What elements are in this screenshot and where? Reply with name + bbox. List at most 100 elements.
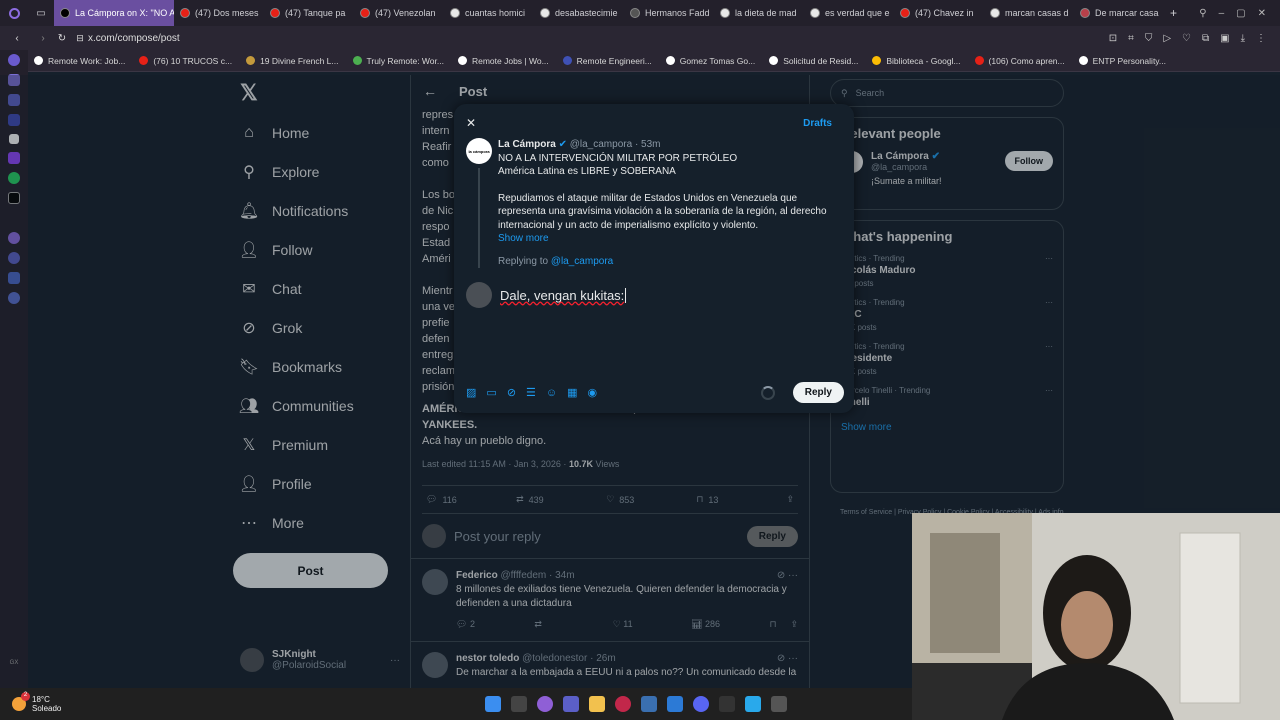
close-icon[interactable]: ✕ (466, 116, 476, 130)
bookmark-favicon-icon (139, 56, 149, 65)
menu-icon[interactable]: ⋮ (1256, 33, 1266, 44)
copilot-icon[interactable] (537, 696, 553, 712)
tab[interactable]: desabastecimie (534, 0, 624, 26)
quoted-line-2: América Latina es LIBRE y SOBERANA (498, 166, 676, 177)
forward-icon[interactable]: › (34, 33, 52, 44)
back-icon[interactable]: ‹ (0, 33, 34, 44)
maximize-icon[interactable]: ▢ (1236, 8, 1245, 19)
task-view-icon[interactable] (511, 696, 527, 712)
bookmark-item[interactable]: Solicitud de Resid... (769, 56, 858, 66)
replying-to-handle[interactable]: @la_campora (551, 256, 613, 267)
bookmark-item[interactable]: Biblioteca - Googl... (872, 55, 961, 66)
tab-title: La Cámpora on X: "NO A L (75, 8, 174, 18)
show-more-link[interactable]: Show more (498, 232, 838, 246)
windows-start-icon[interactable] (485, 696, 501, 712)
screenshot-icon[interactable]: ⊡ (1109, 33, 1117, 44)
tab[interactable]: Hermanos Fadd (624, 0, 714, 26)
crop-icon[interactable]: ⌗ (1128, 33, 1134, 44)
reply-button[interactable]: Reply (792, 382, 844, 403)
bookmark-item[interactable]: (106) Como apren... (974, 55, 1065, 66)
tab-favicon-icon (360, 8, 370, 18)
opera-logo-icon[interactable] (0, 7, 28, 19)
bookmark-item[interactable]: Truly Remote: Wor... (352, 56, 444, 66)
reply-modal: ✕ Drafts la cámpora La Cámpora ✔ @la_cam… (454, 104, 854, 413)
tab-active[interactable]: La Cámpora on X: "NO A L (54, 0, 174, 26)
telegram-icon[interactable] (745, 696, 761, 712)
location-icon[interactable]: ◉ (588, 386, 598, 399)
author-avatar[interactable]: la cámpora (466, 138, 492, 164)
weather-text: Soleado (32, 704, 62, 713)
emoji-icon[interactable]: ☺ (546, 387, 557, 399)
weather-widget[interactable]: 2 18°C Soleado (0, 692, 120, 713)
schedule-icon[interactable]: ▦ (567, 386, 577, 399)
tab[interactable]: (47) Chavez in (894, 0, 984, 26)
tab[interactable]: es verdad que e (804, 0, 894, 26)
tab[interactable]: la dieta de mad (714, 0, 804, 26)
shield-icon[interactable]: ⛉ (1145, 33, 1153, 44)
minimize-icon[interactable]: – (1219, 8, 1225, 19)
tab-title: (47) Chavez in (915, 8, 974, 18)
aria-icon[interactable] (8, 54, 20, 66)
webcam-image (912, 513, 1280, 720)
author-name[interactable]: La Cámpora (498, 139, 556, 150)
teams-icon[interactable] (563, 696, 579, 712)
tab-favicon-icon (180, 8, 190, 18)
reload-icon[interactable]: ↻ (52, 33, 72, 44)
store-icon[interactable] (667, 696, 683, 712)
file-explorer-icon[interactable] (589, 696, 605, 712)
notepad-icon[interactable] (641, 696, 657, 712)
close-window-icon[interactable]: ✕ (1258, 8, 1266, 19)
bookmark-label: Remote Jobs | Wo... (471, 55, 549, 66)
new-tab-button[interactable]: + (1170, 6, 1177, 20)
extensions-icon[interactable]: ⧉ (1202, 33, 1209, 44)
bookmark-label: (106) Como apren... (988, 55, 1065, 66)
play-icon[interactable]: ▷ (1163, 33, 1171, 44)
bookmark-label: ENTP Personality... (1092, 55, 1167, 66)
discord-icon[interactable] (693, 696, 709, 712)
grok-icon[interactable]: ⊘ (507, 386, 516, 399)
drafts-button[interactable]: Drafts (803, 118, 832, 129)
bookmark-favicon-icon (1078, 56, 1088, 65)
bookmark-item[interactable]: ENTP Personality... (1078, 55, 1167, 66)
media-icon[interactable]: ▨ (466, 386, 476, 399)
download-icon[interactable]: ⤓ (1241, 33, 1245, 44)
bookmark-item[interactable]: Gomez Tomas Go... (665, 56, 755, 66)
obs-icon[interactable] (719, 696, 735, 712)
bookmark-item[interactable]: Remote Jobs | Wo... (457, 55, 549, 66)
avatar (466, 282, 492, 308)
heart-icon[interactable]: ♡ (1182, 33, 1191, 44)
wallet-icon[interactable]: ▣ (1220, 33, 1229, 44)
tab[interactable]: De marcar casa (1074, 0, 1164, 26)
quoted-line-1: NO A LA INTERVENCIÓN MILITAR POR PETRÓLE… (498, 152, 738, 164)
bookmark-label: Biblioteca - Googl... (886, 55, 961, 66)
bookmark-item[interactable]: (76) 10 TRUCOS c... (139, 56, 232, 66)
poll-icon[interactable]: ☰ (526, 386, 536, 399)
gif-icon[interactable]: ▭ (486, 386, 496, 399)
bookmark-favicon-icon (457, 56, 467, 65)
address-bar-row: ‹ › ↻ ⊟ x.com/compose/post ⊡ ⌗ ⛉ ▷ ♡ ⧉ ▣… (0, 26, 1280, 50)
tab-title: desabastecimie (555, 8, 618, 18)
temperature: 18°C (32, 695, 50, 704)
bookmark-item[interactable]: 19 Divine French L... (246, 56, 339, 66)
bookmark-favicon-icon (562, 56, 572, 65)
tab[interactable]: cuantas homici (444, 0, 534, 26)
tab[interactable]: (47) Venezolan (354, 0, 444, 26)
tab-favicon-icon (990, 8, 1000, 18)
site-info-icon[interactable]: ⊟ (72, 33, 88, 44)
bookmark-item[interactable]: Remote Engineeri... (562, 56, 652, 66)
reply-text-input[interactable]: Dale, vengan kukitas: (500, 287, 627, 303)
tab-overview-icon[interactable]: ▭ (28, 8, 54, 19)
search-tabs-icon[interactable]: ⚲ (1199, 8, 1206, 19)
bookmark-label: (76) 10 TRUCOS c... (153, 55, 233, 66)
calculator-icon[interactable] (771, 696, 787, 712)
notification-count: 2 (21, 692, 30, 701)
tab-title: marcan casas d (1005, 8, 1069, 18)
tab[interactable]: (47) Tanque pa (264, 0, 354, 26)
opera-icon[interactable] (615, 696, 631, 712)
tab[interactable]: (47) Dos meses (174, 0, 264, 26)
bookmark-item[interactable]: Remote Work: Job... (34, 56, 125, 66)
tab[interactable]: marcan casas d (984, 0, 1074, 26)
url-field[interactable]: x.com/compose/post (88, 33, 1109, 44)
tab-title: cuantas homici (465, 8, 526, 18)
tab-title: (47) Tanque pa (285, 8, 346, 18)
